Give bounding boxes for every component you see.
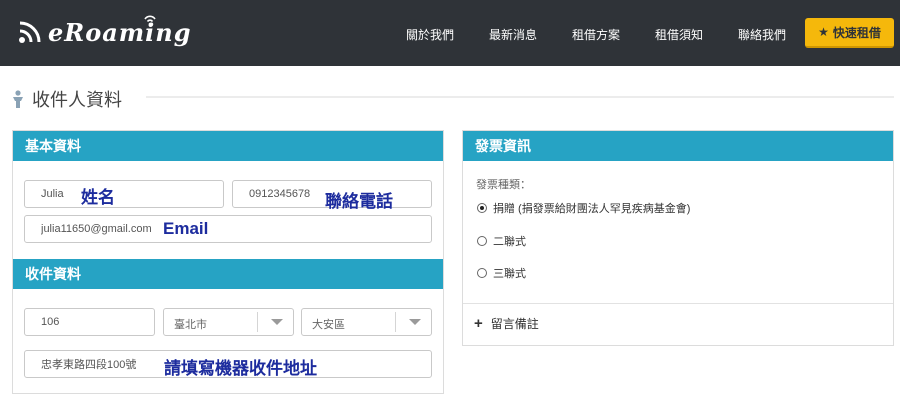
nav-contact[interactable]: 聯絡我們 bbox=[738, 26, 786, 43]
notes-toggle[interactable]: + 留言備註 bbox=[474, 315, 539, 332]
radio-unselected-icon bbox=[477, 268, 487, 278]
address-annotation: 請填寫機器收件地址 bbox=[164, 359, 317, 378]
top-navbar: eRoaming 關於我們 最新消息 租借方案 租借須知 聯絡我們 ★ 快速租借 bbox=[0, 0, 900, 66]
page-title: 收件人資料 bbox=[12, 86, 122, 112]
district-select[interactable]: 大安區 bbox=[301, 308, 432, 336]
radio-unselected-icon bbox=[477, 236, 487, 246]
invoice-option-duplicate[interactable]: 二聯式 bbox=[477, 233, 526, 249]
quick-rent-button[interactable]: ★ 快速租借 bbox=[805, 18, 894, 48]
invoice-option-label: 捐贈 (捐發票給財團法人罕見疾病基金會) bbox=[493, 203, 691, 215]
invoice-type-label: 發票種類： bbox=[476, 179, 531, 191]
nav-news[interactable]: 最新消息 bbox=[489, 26, 537, 43]
zip-code-input[interactable] bbox=[41, 316, 154, 328]
chevron-down-icon bbox=[395, 312, 431, 332]
name-input[interactable] bbox=[41, 188, 223, 200]
title-divider bbox=[146, 96, 894, 98]
quick-rent-label: 快速租借 bbox=[832, 25, 881, 40]
logo-text: eRoaming bbox=[48, 17, 192, 47]
invoice-option-label: 三聯式 bbox=[493, 268, 526, 280]
plus-icon: + bbox=[474, 314, 483, 332]
invoice-divider bbox=[463, 303, 893, 304]
chevron-down-icon bbox=[257, 312, 293, 332]
page-title-text: 收件人資料 bbox=[32, 90, 122, 110]
basic-info-heading: 基本資料 bbox=[13, 131, 443, 161]
zip-code-field[interactable] bbox=[24, 308, 155, 336]
name-field[interactable] bbox=[24, 180, 224, 208]
phone-annotation: 聯絡電話 bbox=[325, 192, 393, 211]
city-value: 臺北市 bbox=[174, 319, 207, 331]
recipient-panel: 基本資料 姓名 聯絡電話 Email 收件資料 臺北市 大安區 請填寫機器收件地… bbox=[12, 130, 444, 394]
shipping-info-heading: 收件資料 bbox=[13, 259, 443, 289]
notes-label: 留言備註 bbox=[490, 317, 539, 331]
logo[interactable]: eRoaming bbox=[18, 14, 192, 50]
nav-rental-terms[interactable]: 租借須知 bbox=[655, 26, 703, 43]
invoice-option-label: 二聯式 bbox=[493, 236, 526, 248]
person-icon bbox=[13, 90, 23, 108]
wifi-signal-icon bbox=[19, 21, 41, 43]
email-field[interactable] bbox=[24, 215, 432, 243]
name-annotation: 姓名 bbox=[81, 188, 115, 207]
star-icon: ★ bbox=[818, 25, 829, 39]
nav-plans[interactable]: 租借方案 bbox=[572, 26, 620, 43]
email-annotation: Email bbox=[163, 219, 209, 238]
invoice-option-triplicate[interactable]: 三聯式 bbox=[477, 265, 526, 281]
email-input[interactable] bbox=[41, 223, 431, 235]
invoice-panel: 發票資訊 發票種類： 捐贈 (捐發票給財團法人罕見疾病基金會) 二聯式 三聯式 … bbox=[462, 130, 894, 346]
invoice-option-donate[interactable]: 捐贈 (捐發票給財團法人罕見疾病基金會) bbox=[477, 200, 690, 216]
district-value: 大安區 bbox=[312, 319, 345, 331]
nav-about[interactable]: 關於我們 bbox=[406, 26, 454, 43]
logo-wifi-mark-icon bbox=[144, 15, 156, 26]
radio-selected-icon bbox=[477, 203, 487, 213]
invoice-info-heading: 發票資訊 bbox=[463, 131, 893, 161]
city-select[interactable]: 臺北市 bbox=[163, 308, 294, 336]
